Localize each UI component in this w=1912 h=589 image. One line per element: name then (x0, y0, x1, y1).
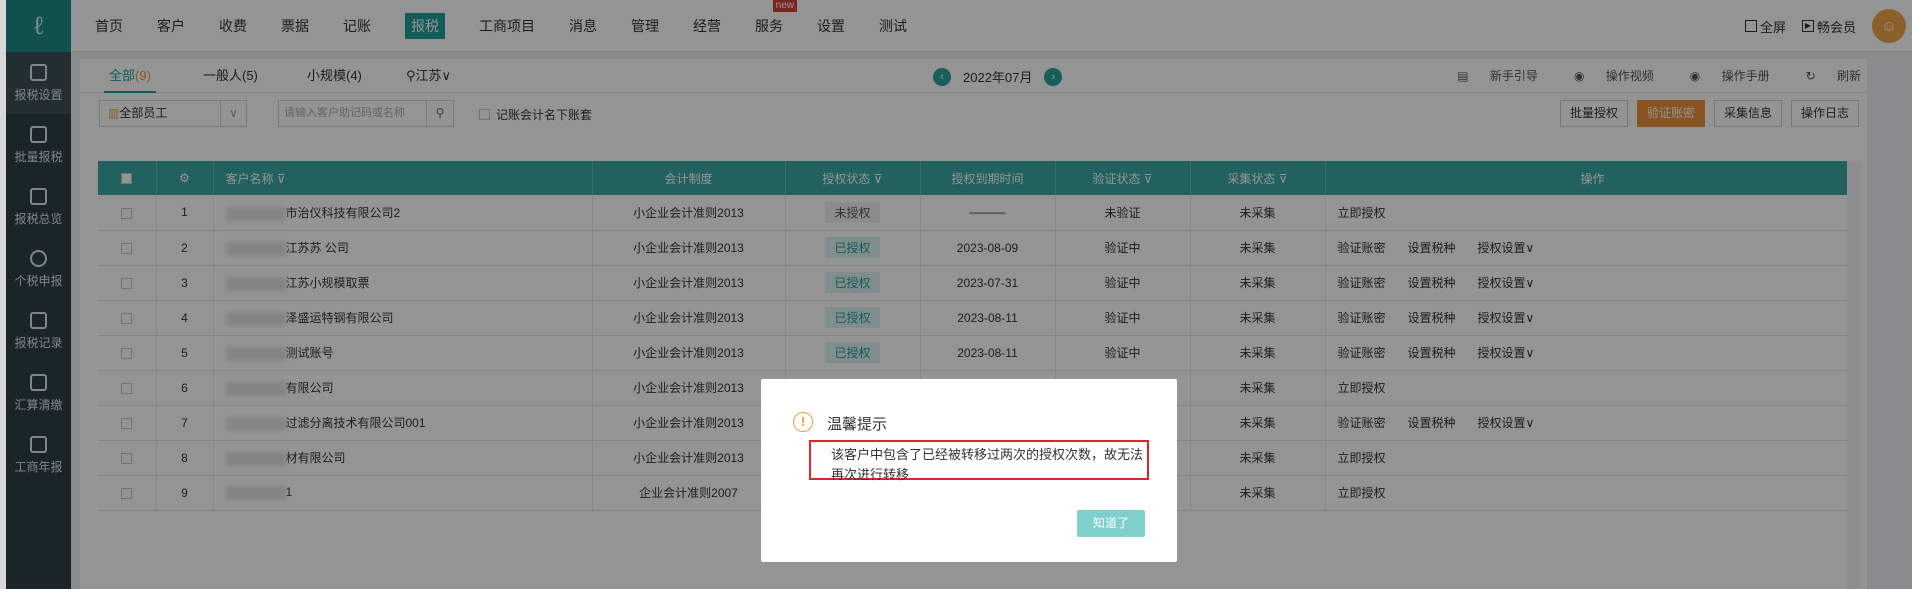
dialog-title: 温馨提示 (827, 416, 888, 433)
app-root: ℓ 报税设置 批量报税 报税总览 个税申报 报税记录 汇算清缴 工商年报 首页 … (0, 0, 1912, 589)
confirm-button[interactable]: 知道了 (1077, 510, 1145, 537)
dialog-message: 该客户中包含了已经被转移过两次的授权次数，故无法再次进行转移 (809, 440, 1149, 482)
warning-dialog: ! 温馨提示 该客户中包含了已经被转移过两次的授权次数，故无法再次进行转移 知道… (761, 379, 1177, 562)
warning-icon: ! (793, 412, 813, 432)
